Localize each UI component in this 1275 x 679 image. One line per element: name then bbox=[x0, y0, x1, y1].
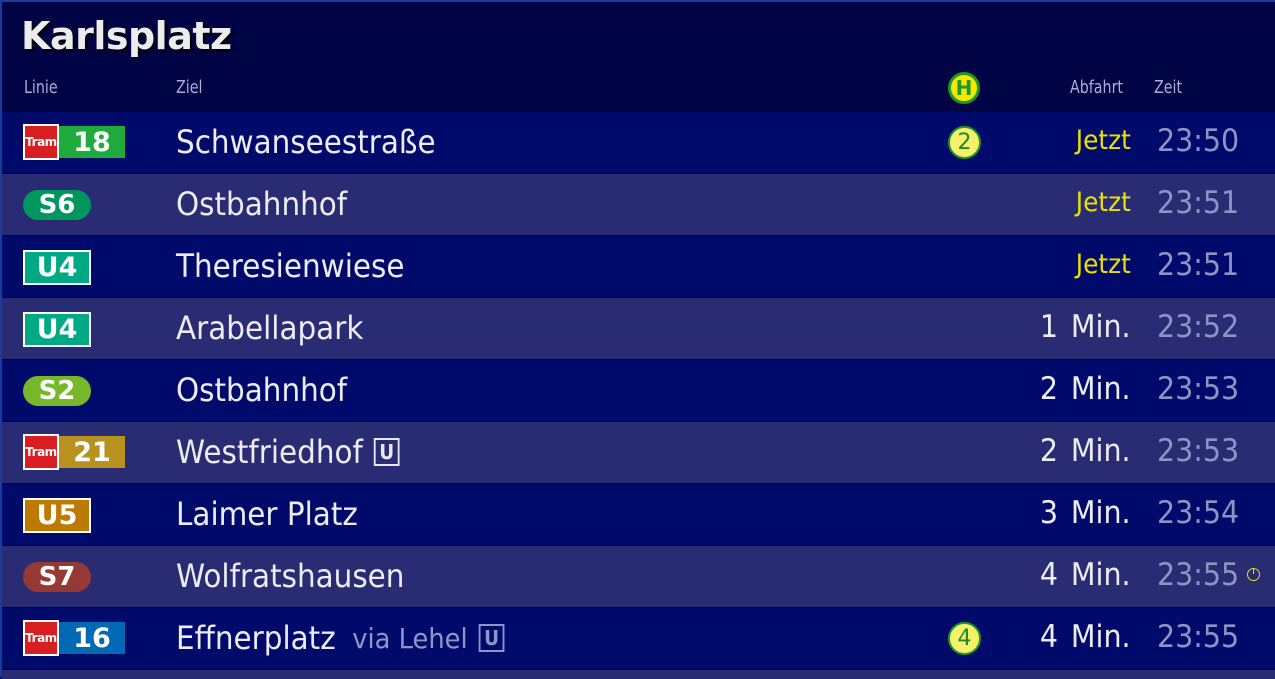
column-header-linie: Linie bbox=[24, 77, 58, 98]
departure-row: U5 Laimer Platz 3 Min. 23:54 bbox=[2, 484, 1275, 546]
destination-name: Theresienwiese bbox=[176, 247, 405, 285]
departure-minutes: 4 Min. bbox=[1040, 557, 1131, 593]
departure-board: Karlsplatz Linie Ziel H Abfahrt Zeit Tra… bbox=[0, 0, 1275, 679]
line-badge-tram: Tram 16 bbox=[23, 620, 125, 656]
departure-row: Tram 21 Westfriedhof U 2 Min. 23:53 bbox=[2, 422, 1275, 484]
departure-row: S6 Ostbahnhof Jetzt 23:51 bbox=[2, 174, 1275, 236]
departure-now: Jetzt bbox=[1075, 249, 1131, 280]
departure-row: Tram 16 Effnerplatz via Lehel U 4 4 Min. 23:55 bbox=[2, 608, 1275, 670]
minutes-label: Min. bbox=[1071, 433, 1131, 469]
departure-minutes: 3 Min. bbox=[1040, 495, 1131, 531]
minutes-value: 3 bbox=[1040, 495, 1059, 531]
minutes-value: 2 bbox=[1040, 371, 1059, 407]
line-badge-ubahn: U4 bbox=[23, 312, 91, 347]
departure-list: Tram 18 Schwanseestraße 2 Jetzt 23:50 S6 Ostbah… bbox=[2, 112, 1275, 670]
minutes-value: 4 bbox=[1040, 619, 1059, 655]
departure-row: S7 Wolfratshausen 4 Min. 23:55 bbox=[2, 546, 1275, 608]
departure-minutes: 4 Min. bbox=[1040, 619, 1131, 655]
column-header-zeit: Zeit bbox=[1154, 77, 1183, 98]
departure-time: 23:51 bbox=[1157, 247, 1240, 283]
departure-now: Jetzt bbox=[1075, 187, 1131, 218]
destination: Ostbahnhof bbox=[176, 185, 347, 223]
departure-minutes: 2 Min. bbox=[1040, 433, 1131, 469]
departure-time: 23:51 bbox=[1157, 185, 1240, 221]
board-header: Karlsplatz Linie Ziel H Abfahrt Zeit bbox=[2, 2, 1275, 112]
platform-badge: 2 bbox=[948, 126, 981, 159]
destination-name: Westfriedhof bbox=[176, 433, 363, 471]
delay-clock-icon bbox=[1247, 568, 1260, 581]
destination-name: Arabellapark bbox=[176, 309, 364, 347]
destination: Schwanseestraße bbox=[176, 123, 436, 161]
departure-row: U4 Theresienwiese Jetzt 23:51 bbox=[2, 236, 1275, 298]
bottom-strip bbox=[2, 670, 1275, 679]
line-badge-ubahn: U4 bbox=[23, 250, 91, 285]
departure-time: 23:52 bbox=[1157, 309, 1240, 345]
departure-time: 23:55 bbox=[1157, 619, 1240, 655]
ubahn-connection-icon: U bbox=[478, 624, 505, 652]
ubahn-connection-icon: U bbox=[373, 438, 400, 466]
departure-time: 23:50 bbox=[1157, 123, 1240, 159]
line-number: 16 bbox=[59, 622, 125, 654]
platform-badge: 4 bbox=[948, 622, 981, 655]
destination: Effnerplatz via Lehel U bbox=[176, 619, 505, 657]
destination: Laimer Platz bbox=[176, 495, 358, 533]
minutes-label: Min. bbox=[1071, 495, 1131, 531]
destination-name: Ostbahnhof bbox=[176, 185, 348, 223]
via-text: via Lehel bbox=[352, 621, 468, 655]
departure-row: Tram 18 Schwanseestraße 2 Jetzt 23:50 bbox=[2, 112, 1275, 174]
line-badge-tram: Tram 21 bbox=[23, 434, 125, 470]
departure-time: 23:53 bbox=[1157, 433, 1240, 469]
destination-name: Ostbahnhof bbox=[176, 371, 348, 409]
bus-stop-platform-icon: H bbox=[948, 72, 980, 104]
minutes-label: Min. bbox=[1071, 557, 1131, 593]
tram-label-icon: Tram bbox=[23, 124, 59, 160]
minutes-value: 4 bbox=[1040, 557, 1059, 593]
line-number: 18 bbox=[59, 126, 125, 158]
departure-time: 23:53 bbox=[1157, 371, 1240, 407]
minutes-label: Min. bbox=[1071, 309, 1131, 345]
departure-row: U4 Arabellapark 1 Min. 23:52 bbox=[2, 298, 1275, 360]
departure-minutes: 2 Min. bbox=[1040, 371, 1131, 407]
destination-name: Wolfratshausen bbox=[176, 557, 405, 595]
minutes-label: Min. bbox=[1071, 619, 1131, 655]
departure-now: Jetzt bbox=[1075, 125, 1131, 156]
destination-name: Laimer Platz bbox=[176, 495, 358, 533]
minutes-label: Min. bbox=[1071, 371, 1131, 407]
tram-label-icon: Tram bbox=[23, 620, 59, 656]
destination: Wolfratshausen bbox=[176, 557, 404, 595]
line-badge-sbahn: S6 bbox=[23, 190, 91, 220]
column-header-abfahrt: Abfahrt bbox=[1070, 77, 1124, 98]
column-header-ziel: Ziel bbox=[176, 77, 203, 98]
destination-name: Effnerplatz bbox=[176, 619, 336, 657]
minutes-value: 1 bbox=[1040, 309, 1059, 345]
line-badge-sbahn: S7 bbox=[23, 562, 91, 592]
departure-row: S2 Ostbahnhof 2 Min. 23:53 bbox=[2, 360, 1275, 422]
line-number: 21 bbox=[59, 436, 125, 468]
minutes-value: 2 bbox=[1040, 433, 1059, 469]
departure-time: 23:55 bbox=[1157, 557, 1240, 593]
destination: Arabellapark bbox=[176, 309, 363, 347]
destination: Theresienwiese bbox=[176, 247, 404, 285]
destination: Westfriedhof U bbox=[176, 433, 400, 471]
destination: Ostbahnhof bbox=[176, 371, 347, 409]
departure-minutes: 1 Min. bbox=[1040, 309, 1131, 345]
station-title: Karlsplatz bbox=[21, 14, 232, 58]
line-badge-ubahn: U5 bbox=[23, 498, 91, 533]
line-badge-sbahn: S2 bbox=[23, 376, 91, 406]
tram-label-icon: Tram bbox=[23, 434, 59, 470]
line-badge-tram: Tram 18 bbox=[23, 124, 125, 160]
destination-name: Schwanseestraße bbox=[176, 123, 436, 161]
departure-time: 23:54 bbox=[1157, 495, 1240, 531]
